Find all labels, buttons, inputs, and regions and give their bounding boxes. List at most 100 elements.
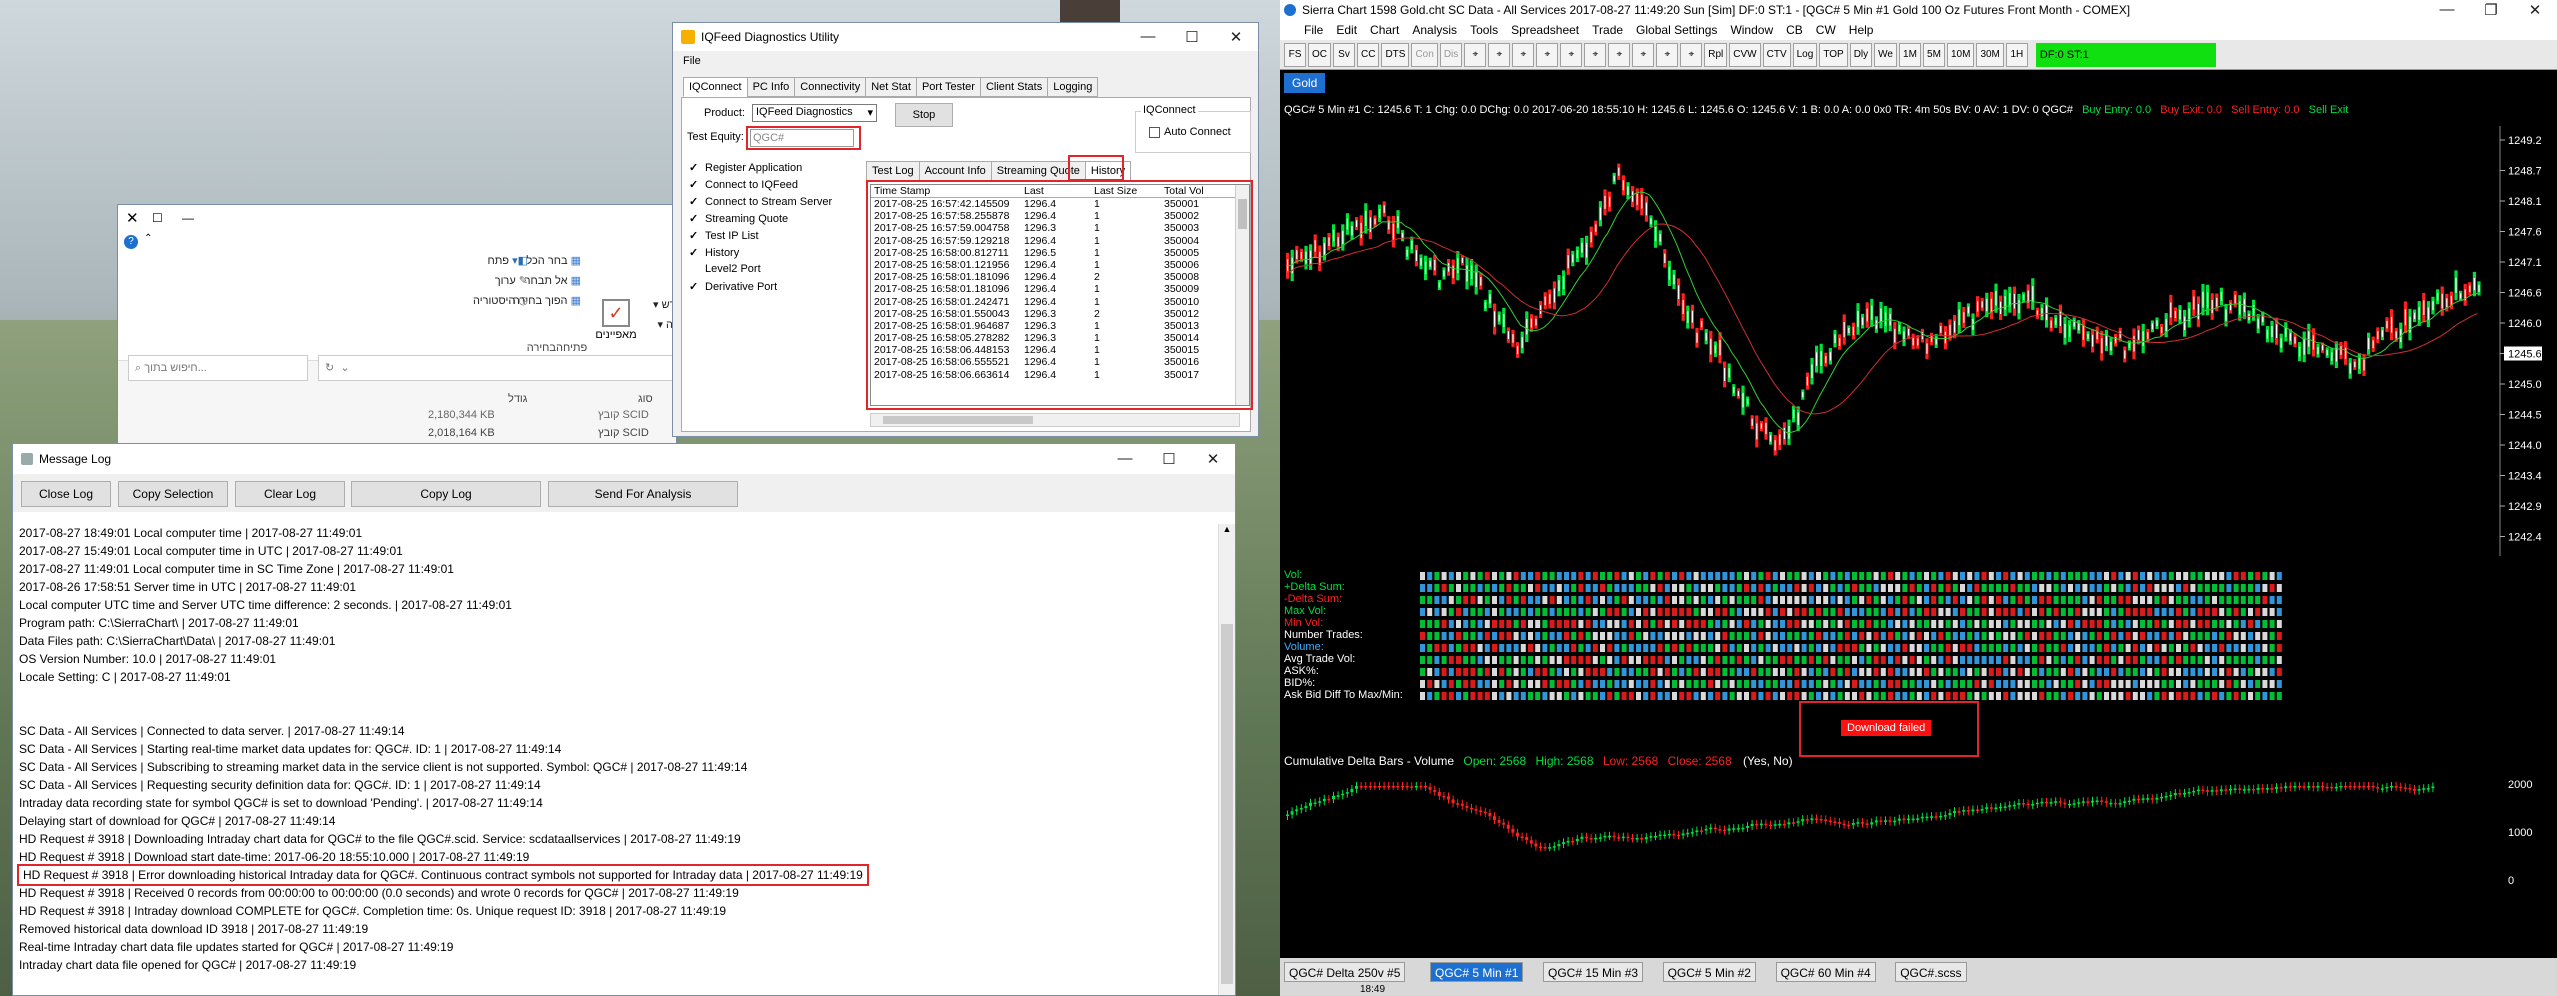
tab-connectivity[interactable]: Connectivity — [794, 77, 867, 97]
drawing-tool-4-icon[interactable]: ⌖ — [1536, 42, 1559, 67]
tool-dly-button[interactable]: Dly — [1849, 42, 1873, 67]
copy-log-button[interactable]: Copy Log — [351, 481, 541, 507]
message-log-scrollbar[interactable]: ▲ — [1218, 524, 1235, 995]
stop-button[interactable]: Stop — [895, 103, 953, 127]
tool-top-button[interactable]: TOP — [1819, 42, 1848, 67]
send-for-analysis-button[interactable]: Send For Analysis — [548, 481, 738, 507]
minimize-icon[interactable]: — — [182, 211, 212, 225]
iqfeed-menu-file[interactable]: File — [673, 51, 1258, 71]
chart-tab[interactable]: QGC# Delta 250v #5 — [1284, 962, 1406, 982]
chart-svg[interactable]: 1249.21248.71248.11247.61247.11246.61246… — [1280, 96, 2557, 916]
menu-file[interactable]: File — [1304, 23, 1323, 37]
drawing-tool-3-icon[interactable]: ⌖ — [1512, 42, 1535, 67]
scroll-thumb[interactable] — [1221, 624, 1233, 984]
open-button[interactable]: פתח ▾◧ — [398, 251, 528, 271]
chart-tab[interactable]: QGC# 5 Min #1 — [1430, 962, 1524, 982]
column-type-header[interactable]: סוג — [638, 393, 653, 405]
explorer-titlebar[interactable]: ✕ ☐ — — [118, 205, 676, 231]
minimize-icon[interactable]: — — [1103, 450, 1147, 468]
auto-connect-checkbox[interactable]: Auto Connect — [1149, 126, 1231, 138]
history-button[interactable]: היסטוריה ◷ — [398, 291, 528, 311]
tool-1h-button[interactable]: 1H — [2005, 42, 2028, 67]
column-size-header[interactable]: גודל — [508, 393, 527, 405]
tool-con-button[interactable]: Con — [1411, 42, 1438, 67]
edit-button[interactable]: ערוך ✎ — [398, 271, 528, 291]
tab-pc-info[interactable]: PC Info — [746, 77, 796, 97]
chart-tab[interactable]: QGC# 60 Min #4 — [1775, 962, 1876, 982]
clear-log-button[interactable]: Clear Log — [235, 481, 345, 507]
maximize-icon[interactable]: ☐ — [152, 211, 182, 225]
menu-window[interactable]: Window — [1730, 23, 1773, 37]
tool-10m-button[interactable]: 10M — [1946, 42, 1975, 67]
explorer-address-bar[interactable]: ↻ ⌄ — [318, 355, 676, 381]
menu-trade[interactable]: Trade — [1592, 23, 1623, 37]
close-icon[interactable]: ✕ — [126, 209, 152, 227]
copy-selection-button[interactable]: Copy Selection — [118, 481, 228, 507]
text-tool-icon[interactable]: ⌖ — [1680, 42, 1703, 67]
close-icon[interactable]: ✕ — [2513, 1, 2557, 19]
menu-help[interactable]: Help — [1849, 23, 1874, 37]
tab-port-tester[interactable]: Port Tester — [915, 77, 981, 97]
maximize-icon[interactable]: ❐ — [2469, 1, 2513, 19]
maximize-icon[interactable]: ☐ — [1147, 450, 1191, 468]
scroll-thumb[interactable] — [883, 416, 1033, 424]
menu-tools[interactable]: Tools — [1470, 23, 1498, 37]
explorer-search-input[interactable]: ⌕ חיפוש בתוך... — [128, 355, 308, 381]
chevron-up-icon[interactable]: ⌃ — [144, 233, 152, 244]
tool-dis-button[interactable]: Dis — [1439, 42, 1463, 67]
iqfeed-titlebar[interactable]: IQFeed Diagnostics Utility — ☐ ✕ — [673, 23, 1258, 51]
tool-fs-button[interactable]: FS — [1284, 42, 1306, 67]
tool-1m-button[interactable]: 1M — [1898, 42, 1921, 67]
minimize-icon[interactable]: — — [1126, 28, 1170, 46]
sierra-chart-area[interactable]: 1249.2 1248.7 1248.1 1247.6 1247.1 1246.6 1246… — [1280, 96, 2557, 916]
minimize-icon[interactable]: — — [2425, 1, 2469, 19]
tool-sv-button[interactable]: Sv — [1333, 42, 1355, 67]
menu-spreadsheet[interactable]: Spreadsheet — [1511, 23, 1579, 37]
tool-5m-button[interactable]: 5M — [1922, 42, 1945, 67]
menu-chart[interactable]: Chart — [1370, 23, 1399, 37]
tab-logging[interactable]: Logging — [1047, 77, 1099, 97]
message-log-text[interactable]: 2017-08-27 18:49:01 Local computer time … — [17, 524, 1219, 974]
drawing-tool-5-icon[interactable]: ⌖ — [1560, 42, 1583, 67]
ray-tool-icon[interactable]: ⌖ — [1656, 42, 1679, 67]
crosshair-icon[interactable]: ⌖ — [1608, 42, 1631, 67]
line-tool-icon[interactable]: ⌖ — [1632, 42, 1655, 67]
cursor-icon[interactable]: ⌖ — [1584, 42, 1607, 67]
tool-cc-button[interactable]: CC — [1357, 42, 1380, 67]
tab-account-info[interactable]: Account Info — [918, 161, 992, 181]
chart-tab[interactable]: QGC# 15 Min #3 — [1543, 962, 1644, 982]
menu-cw[interactable]: CW — [1816, 23, 1836, 37]
tool-30m-button[interactable]: 30M — [1976, 42, 2004, 67]
menu-analysis[interactable]: Analysis — [1412, 23, 1457, 37]
tool-log-button[interactable]: Log — [1792, 42, 1818, 67]
close-log-button[interactable]: Close Log — [21, 481, 111, 507]
tool-rpl-button[interactable]: Rpl — [1704, 42, 1728, 67]
tab-gold[interactable]: Gold — [1284, 73, 1326, 93]
tab-net-stat[interactable]: Net Stat — [865, 77, 917, 97]
close-icon[interactable]: ✕ — [1214, 28, 1258, 46]
menu-cb[interactable]: CB — [1786, 23, 1803, 37]
tool-ctv-button[interactable]: CTV — [1762, 42, 1791, 67]
tab-test-log[interactable]: Test Log — [866, 161, 920, 181]
drawing-tool-1-icon[interactable]: ⌖ — [1464, 42, 1487, 67]
tool-cvw-button[interactable]: CVW — [1729, 42, 1761, 67]
drawing-tool-2-icon[interactable]: ⌖ — [1488, 42, 1511, 67]
menu-edit[interactable]: Edit — [1336, 23, 1357, 37]
tab-iqconnect[interactable]: IQConnect — [683, 77, 748, 97]
chart-tab[interactable]: QGC# 5 Min #2 — [1662, 962, 1756, 982]
properties-button[interactable]: ✓ מאפיינים — [586, 299, 646, 341]
tool-we-button[interactable]: We — [1874, 42, 1897, 67]
chart-tab[interactable]: QGC#.scss — [1895, 962, 1967, 982]
tool-oc-button[interactable]: OC — [1308, 42, 1331, 67]
close-icon[interactable]: ✕ — [1191, 450, 1235, 468]
grid-hscrollbar[interactable] — [870, 413, 1240, 427]
help-icon[interactable]: ? — [124, 235, 138, 249]
scroll-up-icon[interactable]: ▲ — [1219, 524, 1235, 534]
tab-client-stats[interactable]: Client Stats — [979, 77, 1049, 97]
sierra-titlebar[interactable]: Sierra Chart 1598 Gold.cht SC Data - All… — [1280, 0, 2557, 20]
message-log-titlebar[interactable]: Message Log — ☐ ✕ — [13, 444, 1235, 474]
tool-dts-button[interactable]: DTS — [1381, 42, 1410, 67]
maximize-icon[interactable]: ☐ — [1170, 28, 1214, 46]
product-select[interactable]: IQFeed Diagnostics ▾ — [752, 104, 877, 122]
menu-global-settings[interactable]: Global Settings — [1636, 23, 1717, 37]
